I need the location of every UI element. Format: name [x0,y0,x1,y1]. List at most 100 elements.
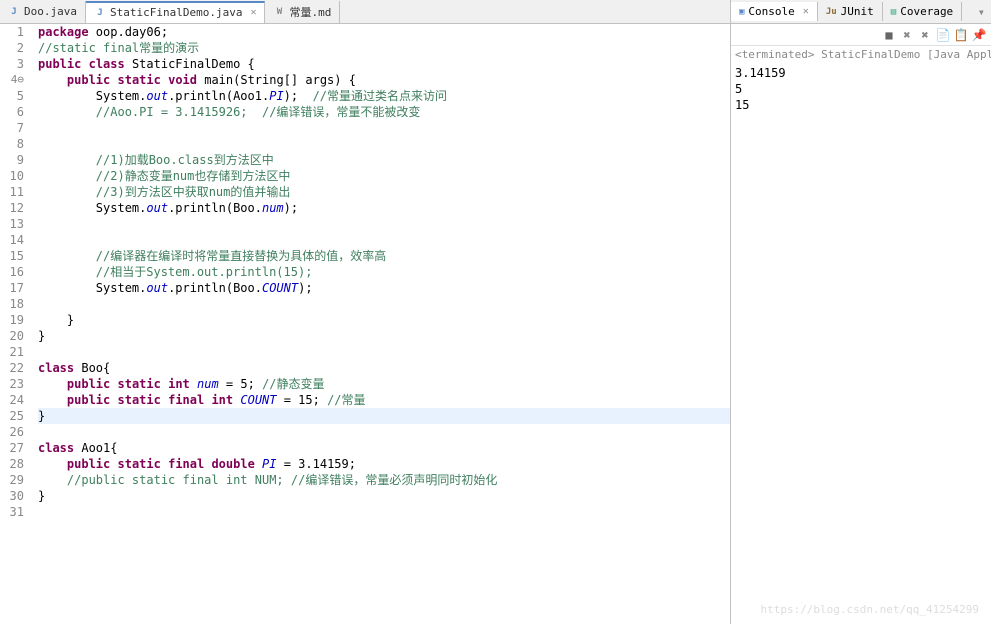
line-number: 31 [0,504,24,520]
close-icon[interactable]: ✕ [803,6,809,17]
code-line[interactable] [38,424,730,440]
line-number: 2 [0,40,24,56]
line-number: 1 [0,24,24,40]
line-number: 10 [0,168,24,184]
console-tab[interactable]: ▣ Console ✕ [731,2,818,21]
pin-icon[interactable]: 📌 [971,27,987,43]
code-line[interactable]: //public static final int NUM; //编译错误，常量… [38,472,730,488]
tab-label: 常量.md [289,4,331,20]
console-panel: ▣Console✕JuJUnit▤Coverage ▾ ■ ✖ ✖ 📄 📋 📌 … [731,0,991,624]
remove-launch-icon[interactable]: ✖ [899,27,915,43]
line-number: 9 [0,152,24,168]
code-line[interactable]: //static final常量的演示 [38,40,730,56]
tab-label: Coverage [900,5,953,18]
code-line[interactable] [38,344,730,360]
clear-icon[interactable]: 📄 [935,27,951,43]
line-number: 15 [0,248,24,264]
code-line[interactable]: } [38,312,730,328]
console-output-line: 5 [735,81,987,97]
line-number: 23 [0,376,24,392]
line-number: 16 [0,264,24,280]
console-output: 3.14159515 [731,63,991,624]
remove-all-icon[interactable]: ✖ [917,27,933,43]
code-line[interactable] [38,216,730,232]
code-area[interactable]: package oop.day06;//static final常量的演示pub… [30,24,730,624]
code-line[interactable]: public static void main(String[] args) { [38,72,730,88]
line-number: 24 [0,392,24,408]
line-number: 19 [0,312,24,328]
line-number: 11 [0,184,24,200]
code-line[interactable]: public static int num = 5; //静态变量 [38,376,730,392]
code-line[interactable]: //3)到方法区中获取num的值并输出 [38,184,730,200]
coverage-icon: ▤ [891,7,896,17]
line-number: 18 [0,296,24,312]
code-line[interactable]: } [38,328,730,344]
java-file-icon: J [94,7,106,19]
console-tab[interactable]: Ju JUnit [818,2,883,21]
close-icon[interactable]: ✕ [250,7,256,18]
code-line[interactable]: } [38,408,730,424]
tab-label: Doo.java [24,5,77,18]
markdown-file-icon: W [273,6,285,18]
line-number: 17 [0,280,24,296]
editor-tab-bar: JDoo.java J StaticFinalDemo.java ✕ W 常量.md [0,0,730,24]
code-line[interactable]: class Boo{ [38,360,730,376]
code-line[interactable]: //2)静态变量num也存储到方法区中 [38,168,730,184]
line-number: 21 [0,344,24,360]
line-number: 12 [0,200,24,216]
editor-tab[interactable]: J StaticFinalDemo.java ✕ [86,1,265,23]
code-line[interactable] [38,296,730,312]
line-number: 6 [0,104,24,120]
line-number: 27 [0,440,24,456]
junit-icon: Ju [826,7,837,17]
code-line[interactable] [38,232,730,248]
line-number: 13 [0,216,24,232]
console-icon: ▣ [739,7,744,17]
line-number: 30 [0,488,24,504]
code-line[interactable]: class Aoo1{ [38,440,730,456]
line-number: 20 [0,328,24,344]
code-line[interactable]: //Aoo.PI = 3.1415926; //编译错误，常量不能被改变 [38,104,730,120]
code-line[interactable] [38,136,730,152]
code-line[interactable]: //编译器在编译时将常量直接替换为具体的值，效率高 [38,248,730,264]
stop-icon[interactable]: ■ [881,27,897,43]
line-number: 25 [0,408,24,424]
console-tab-bar: ▣ Console ✕ Ju JUnit ▤ Coverage ▾ [731,0,991,24]
editor-tab[interactable]: JDoo.java [0,1,86,23]
tab-label: JUnit [841,5,874,18]
code-line[interactable]: //1)加载Boo.class到方法区中 [38,152,730,168]
code-line[interactable]: System.out.println(Aoo1.PI); //常量通过类名点来访… [38,88,730,104]
line-gutter: 1234⊖56789101112131415161718192021222324… [0,24,30,624]
line-number: 26 [0,424,24,440]
console-tab[interactable]: ▤ Coverage [883,2,962,21]
code-line[interactable]: public static final int COUNT = 15; //常量 [38,392,730,408]
line-number: 4⊖ [0,72,24,88]
tab-label: StaticFinalDemo.java [110,6,242,19]
line-number: 3 [0,56,24,72]
code-line[interactable]: System.out.println(Boo.COUNT); [38,280,730,296]
console-output-line: 3.14159 [735,65,987,81]
code-line[interactable]: } [38,488,730,504]
console-toolbar: ■ ✖ ✖ 📄 📋 📌 [731,24,991,46]
line-number: 29 [0,472,24,488]
tab-label: Console [748,5,794,18]
editor-content[interactable]: 1234⊖56789101112131415161718192021222324… [0,24,730,624]
line-number: 22 [0,360,24,376]
view-menu-icon[interactable]: ▾ [972,3,991,21]
code-line[interactable]: package oop.day06; [38,24,730,40]
console-status: <terminated> StaticFinalDemo [Java Appli… [731,46,991,63]
code-line[interactable]: System.out.println(Boo.num); [38,200,730,216]
code-line[interactable]: public class StaticFinalDemo { [38,56,730,72]
code-line[interactable]: public static final double PI = 3.14159; [38,456,730,472]
code-line[interactable] [38,504,730,520]
code-line[interactable] [38,120,730,136]
line-number: 7 [0,120,24,136]
code-line[interactable]: //相当于System.out.println(15); [38,264,730,280]
editor-tab[interactable]: W 常量.md [265,1,340,23]
editor-panel: JDoo.javaJStaticFinalDemo.java✕W常量.md 12… [0,0,731,624]
line-number: 5 [0,88,24,104]
scroll-lock-icon[interactable]: 📋 [953,27,969,43]
line-number: 8 [0,136,24,152]
console-output-line: 15 [735,97,987,113]
line-number: 28 [0,456,24,472]
